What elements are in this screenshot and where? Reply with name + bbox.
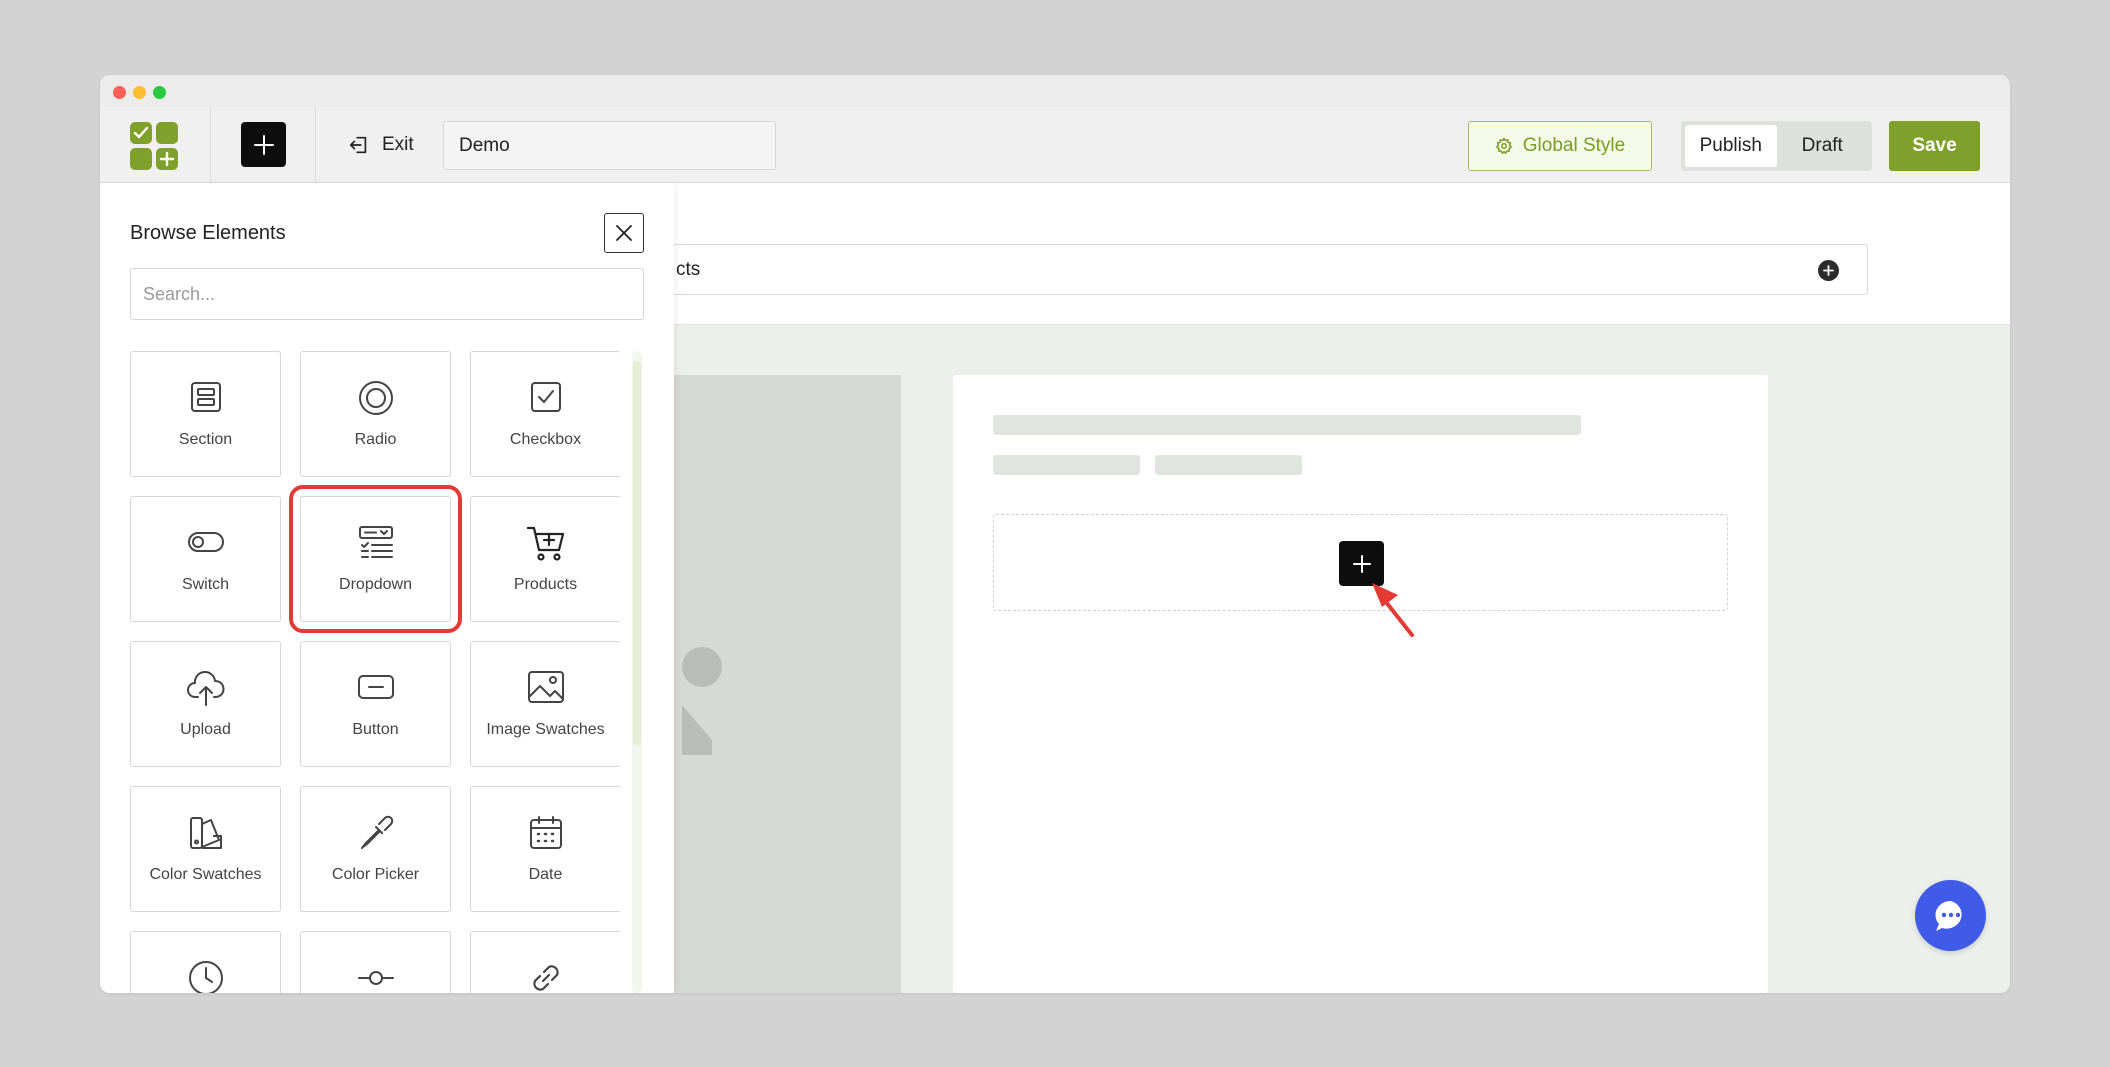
plus-icon: [1352, 554, 1371, 573]
element-tile-color-picker[interactable]: Color Picker: [300, 786, 451, 912]
element-drop-zone[interactable]: [993, 514, 1728, 637]
link-icon: [532, 965, 559, 991]
products-field-text: cts: [676, 259, 701, 280]
toolbar-divider: [210, 107, 211, 183]
skeleton-line: [1155, 455, 1302, 475]
element-tile-label: Section: [178, 431, 233, 448]
clock-icon: [188, 961, 223, 993]
element-tile-label: Checkbox: [509, 431, 582, 448]
scrollbar-thumb[interactable]: [633, 361, 641, 746]
publish-status-toggle: Publish Draft: [1681, 121, 1872, 171]
element-tile-label: Upload: [180, 721, 231, 738]
element-search-input[interactable]: [130, 268, 644, 320]
element-tile-color-swatches[interactable]: Color Swatches: [130, 786, 281, 912]
publish-option[interactable]: Publish: [1685, 125, 1777, 167]
cart-icon: [526, 526, 564, 561]
element-tile-label: Products: [513, 576, 578, 593]
global-style-button[interactable]: Global Style: [1468, 121, 1652, 171]
exit-icon: [349, 136, 367, 154]
plus-icon: [253, 134, 274, 155]
slider-icon: [357, 971, 394, 985]
skeleton-line: [993, 455, 1140, 475]
close-panel-button[interactable]: [604, 213, 644, 253]
button-icon: [357, 675, 394, 699]
products-field[interactable]: cts: [500, 244, 1868, 295]
gear-icon: [1495, 137, 1513, 155]
element-tile-switch[interactable]: Switch: [130, 496, 281, 622]
element-tile-slider[interactable]: [300, 931, 451, 993]
switch-icon: [187, 532, 224, 552]
toolbar-divider: [315, 107, 316, 183]
window-minimize-control[interactable]: [133, 86, 146, 99]
window-zoom-control[interactable]: [153, 86, 166, 99]
element-tile-label: Radio: [354, 431, 397, 448]
form-preview-card: [953, 375, 1768, 993]
editor-toolbar: Exit Global Style Publish Draft Save: [100, 107, 2010, 183]
element-tile-label: Button: [352, 721, 399, 738]
global-style-label: Global Style: [1522, 135, 1626, 156]
form-name-input[interactable]: [443, 121, 776, 170]
element-tile-dropdown[interactable]: Dropdown: [289, 485, 462, 633]
element-tile-products[interactable]: Products: [470, 496, 620, 622]
element-tile-button[interactable]: Button: [300, 641, 451, 767]
color-swatches-icon: [189, 817, 222, 849]
element-tile-label: Color Swatches: [149, 866, 262, 883]
radio-icon: [358, 381, 393, 415]
element-tile-label: Dropdown: [339, 576, 412, 593]
checkbox-icon: [530, 382, 561, 412]
element-tile-section[interactable]: Section: [130, 351, 281, 477]
element-tile-label: Switch: [181, 576, 230, 593]
draft-option[interactable]: Draft: [1777, 125, 1869, 167]
exit-button[interactable]: Exit: [348, 127, 414, 163]
save-button[interactable]: Save: [1889, 121, 1980, 171]
annotation-arrow-icon: [1372, 583, 1414, 637]
close-icon: [616, 225, 632, 241]
element-tile-radio[interactable]: Radio: [300, 351, 451, 477]
add-element-button[interactable]: [241, 122, 286, 167]
app-logo-icon: [130, 122, 178, 170]
dropdown-icon: [358, 526, 393, 558]
image-icon: [527, 671, 564, 703]
app-window: Exit Global Style Publish Draft Save cts: [100, 75, 2010, 993]
element-tile-time[interactable]: [130, 931, 281, 993]
element-tile-label: Color Picker: [331, 866, 420, 883]
chat-support-button[interactable]: [1915, 880, 1986, 951]
element-tile-label: Image Swatches: [486, 721, 605, 738]
element-tile-image-swatches[interactable]: Image Swatches: [470, 641, 620, 767]
skeleton-title: [993, 415, 1581, 435]
window-titlebar: [100, 75, 2010, 107]
add-element-here-button[interactable]: [1339, 541, 1384, 586]
element-tile-date[interactable]: Date: [470, 786, 620, 912]
elements-grid: Section Radio Checkbox Switch Dropdown P…: [130, 351, 620, 993]
calendar-icon: [529, 816, 562, 849]
panel-scrollbar[interactable]: [632, 351, 642, 993]
upload-icon: [186, 671, 224, 706]
placeholder-shape: [682, 647, 722, 687]
exit-label: Exit: [382, 134, 414, 155]
section-icon: [190, 382, 221, 412]
element-tile-upload[interactable]: Upload: [130, 641, 281, 767]
window-close-control[interactable]: [113, 86, 126, 99]
placeholder-shape: [682, 705, 712, 755]
element-tile-checkbox[interactable]: Checkbox: [470, 351, 620, 477]
eyedropper-icon: [360, 815, 393, 849]
element-tile-link[interactable]: [470, 931, 620, 993]
panel-title: Browse Elements: [130, 222, 286, 244]
chat-icon: [1934, 900, 1962, 931]
element-tile-label: Date: [528, 866, 563, 883]
browse-elements-panel: Browse Elements Section Radio Checkbox: [100, 183, 674, 993]
plus-circle-icon[interactable]: [1818, 260, 1839, 281]
